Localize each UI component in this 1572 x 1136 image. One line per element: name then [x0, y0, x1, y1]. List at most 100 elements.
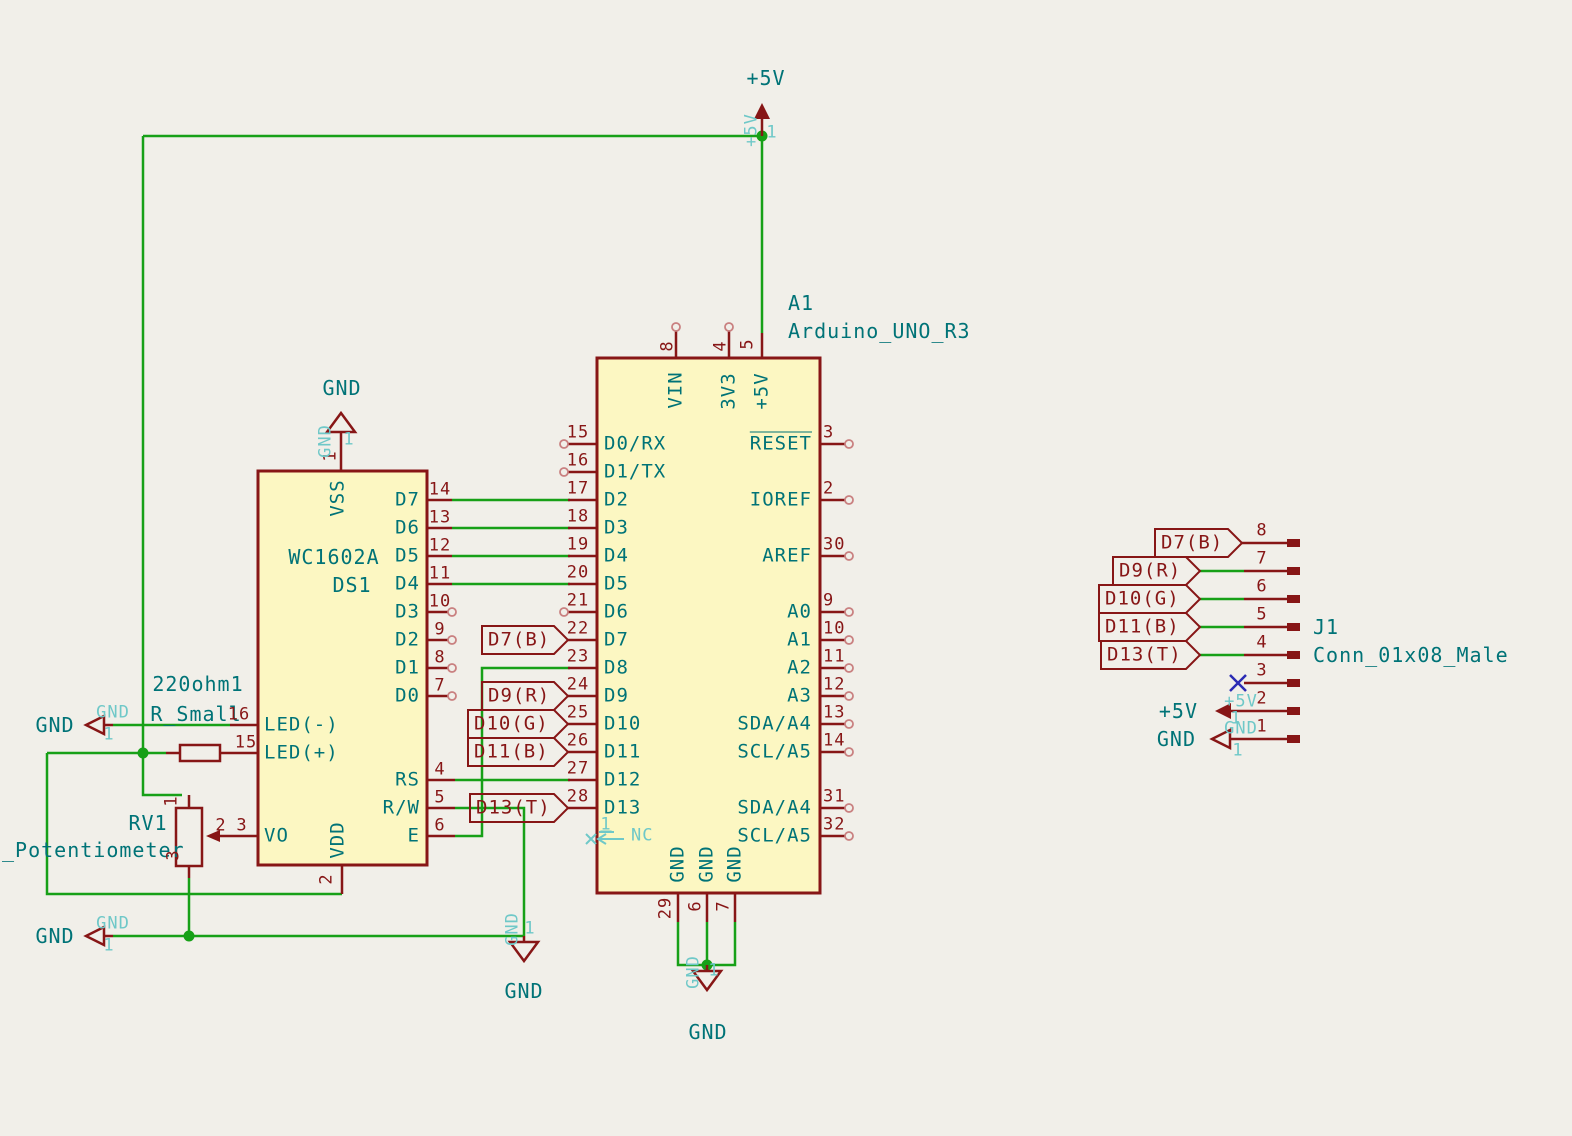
connector-value: Conn_01x08_Male: [1313, 645, 1509, 665]
connector-pin-number: 7: [1256, 551, 1267, 568]
gnd-net-label: GND: [1157, 729, 1196, 749]
gnd-net-label: GND: [35, 926, 74, 946]
net-label[interactable]: D10(G): [474, 715, 549, 734]
arduino-pin-number: 23: [567, 649, 589, 666]
arduino-pin-number: 21: [567, 593, 589, 610]
arduino-pin-number: 16: [567, 453, 589, 470]
arduino-pin-name: A1: [787, 631, 812, 650]
net-label[interactable]: D13(T): [476, 799, 551, 818]
arduino-pin-number: 27: [567, 761, 589, 778]
arduino-pin-name: VIN: [667, 371, 686, 408]
arduino-pin-name: GND: [726, 845, 745, 882]
lcd-pin-number: 6: [434, 818, 445, 835]
lcd-pin-number: 10: [429, 594, 451, 611]
arduino-pin-name: SDA/A4: [737, 715, 812, 734]
pot-value: _Potentiometer: [2, 840, 185, 860]
arduino-pin-name: D5: [604, 575, 629, 594]
connector-pin-number: 2: [1256, 691, 1267, 708]
arduino-pin-name: GND: [669, 845, 688, 882]
lcd-pin-name: VO: [264, 827, 289, 846]
arduino-pin-number: 13: [823, 705, 845, 722]
lcd-pin-name: LED(-): [264, 716, 339, 735]
net-label[interactable]: D13(T): [1107, 646, 1182, 665]
arduino-pin-number: 9: [823, 593, 834, 610]
power-pin-name: GND: [686, 955, 703, 989]
arduino-pin-number: 28: [567, 789, 589, 806]
gnd-net-label: GND: [35, 715, 74, 735]
lcd-value: WC1602A: [288, 547, 379, 567]
arduino-nc-pin-number: 1: [600, 817, 611, 834]
lcd-pin-name: D1: [395, 659, 420, 678]
power-pin-name: GND: [96, 705, 130, 722]
net-label[interactable]: D9(R): [1119, 562, 1181, 581]
net-label[interactable]: D7(B): [1161, 534, 1223, 553]
net-label[interactable]: D7(B): [488, 631, 550, 650]
gnd-net-label: GND: [504, 981, 543, 1001]
pot-pin-number: 2: [215, 818, 226, 835]
potentiometer-symbol[interactable]: [176, 795, 202, 878]
arduino-pin-number: 15: [567, 425, 589, 442]
lcd-pin-number: 2: [319, 873, 336, 884]
arduino-pin-name: GND: [698, 845, 717, 882]
arduino-pin-number: 6: [688, 900, 705, 911]
arduino-nc-pin-name: NC: [631, 828, 653, 845]
arduino-pin-name: D0/RX: [604, 435, 666, 454]
power-pin-number: 1: [1232, 743, 1243, 760]
arduino-pin-number: 24: [567, 677, 589, 694]
power-pin-name: +5V: [744, 113, 761, 147]
arduino-pin-number: 10: [823, 621, 845, 638]
power-pin-number: 1: [524, 921, 535, 938]
arduino-pin-number: 12: [823, 677, 845, 694]
power-pin-name: GND: [96, 916, 130, 933]
arduino-pin-number: 3: [823, 425, 834, 442]
arduino-pin-number: 4: [713, 340, 730, 351]
arduino-pin-number: 17: [567, 481, 589, 498]
lcd-pin-name: E: [408, 827, 420, 846]
power-pin-number: 1: [103, 938, 114, 955]
pot-ref: RV1: [128, 813, 167, 833]
male-pin-pads: [1287, 539, 1300, 743]
schematic-canvas: +5V GND GND GND GND GND +5V GND A1 Ardui…: [0, 0, 1572, 1136]
lcd-pin-name: D7: [395, 491, 420, 510]
lcd-pin-name: VDD: [329, 821, 348, 858]
arduino-pin-number: 30: [823, 537, 845, 554]
lcd-pin-number: 4: [434, 762, 445, 779]
arduino-pin-name: AREF: [762, 547, 812, 566]
arduino-pin-name: SCL/A5: [737, 827, 812, 846]
lcd-pin-name: D4: [395, 575, 420, 594]
arduino-value: Arduino_UNO_R3: [788, 321, 971, 341]
connector-pin-number: 1: [1256, 719, 1267, 736]
net-label[interactable]: D11(B): [1105, 618, 1180, 637]
connector-symbol[interactable]: [1242, 539, 1300, 743]
arduino-pin-number: 31: [823, 789, 845, 806]
pot-pin-number: 1: [164, 795, 181, 806]
net-label[interactable]: D11(B): [474, 743, 549, 762]
arduino-pin-name: D11: [604, 743, 641, 762]
lcd-pin-number: 5: [434, 790, 445, 807]
lcd-pin-number: 13: [429, 510, 451, 527]
lcd-pin-number: 7: [434, 678, 445, 695]
arduino-pin-number: 18: [567, 509, 589, 526]
arduino-ref: A1: [788, 293, 814, 313]
lcd-pin-name: D0: [395, 687, 420, 706]
net-label[interactable]: D9(R): [488, 687, 550, 706]
connector-pin-number: 6: [1256, 579, 1267, 596]
lcd-pin-name: D3: [395, 603, 420, 622]
resistor-symbol[interactable]: [166, 745, 232, 761]
arduino-pin-name: D7: [604, 631, 629, 650]
net-label[interactable]: D10(G): [1105, 590, 1180, 609]
arduino-pin-name: D3: [604, 519, 629, 538]
lcd-pin-number: 15: [235, 735, 257, 752]
arduino-pin-name: D1/TX: [604, 463, 666, 482]
arduino-pin-name: D4: [604, 547, 629, 566]
lcd-pin-name: D6: [395, 519, 420, 538]
arduino-pin-number: 14: [823, 733, 845, 750]
lcd-pin-number: 3: [236, 818, 247, 835]
lcd-pin-number: 14: [429, 482, 451, 499]
connector-ref: J1: [1313, 617, 1339, 637]
lcd-pin-number: 16: [228, 707, 250, 724]
arduino-pin-number: 22: [567, 621, 589, 638]
connector-pin-number: 3: [1256, 663, 1267, 680]
arduino-pin-name: RESET: [750, 435, 812, 454]
schematic-drawing: [0, 0, 1572, 1136]
